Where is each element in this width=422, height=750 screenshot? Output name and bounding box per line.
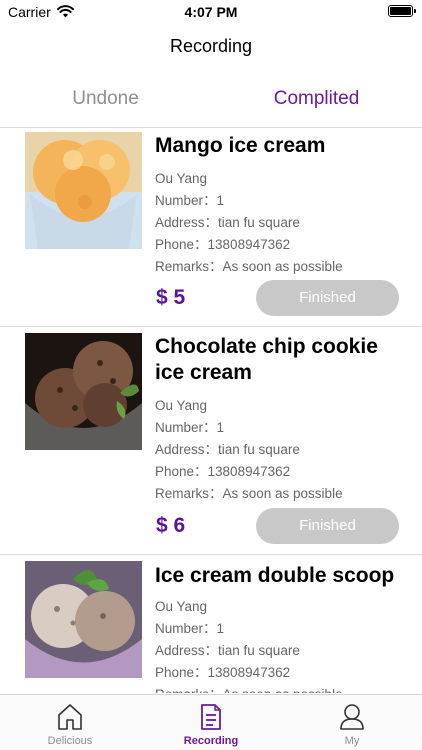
- order-remarks: Remarks：As soon as possible: [155, 684, 343, 693]
- finished-button[interactable]: Finished: [256, 280, 399, 316]
- tab-bar: Delicious Recording My: [0, 694, 422, 750]
- segment-control: Undone Complited: [0, 84, 422, 128]
- order-number: Number：1: [155, 193, 225, 208]
- tab-completed[interactable]: Complited: [211, 88, 422, 110]
- order-phone: Phone：13808947362: [155, 237, 291, 252]
- order-price: $ 6: [156, 514, 186, 537]
- tab-label: Recording: [183, 735, 239, 747]
- document-icon: [201, 704, 221, 730]
- customer-name: Ou Yang: [155, 398, 208, 413]
- order-address: Address：tian fu square: [155, 442, 300, 457]
- order-card[interactable]: Chocolate chip cookie ice cream Ou Yang …: [0, 327, 422, 555]
- tab-label: My: [344, 735, 360, 747]
- order-remarks: Remarks：As soon as possible: [155, 486, 343, 501]
- home-icon: [58, 704, 82, 730]
- double-scoop-ice-cream-photo: [25, 561, 142, 678]
- tab-delicious[interactable]: Delicious: [0, 695, 140, 750]
- order-title: Chocolate chip cookie ice cream: [155, 335, 378, 384]
- order-remarks: Remarks：As soon as possible: [155, 259, 343, 274]
- finished-button[interactable]: Finished: [256, 508, 399, 544]
- tab-my[interactable]: My: [282, 695, 422, 750]
- tab-recording[interactable]: Recording: [141, 695, 281, 750]
- order-address: Address：tian fu square: [155, 643, 300, 658]
- battery-icon: [388, 5, 416, 17]
- order-card[interactable]: Ice cream double scoop Ou Yang Number：1 …: [0, 555, 422, 693]
- tab-label: Delicious: [47, 735, 93, 747]
- customer-name: Ou Yang: [155, 599, 208, 614]
- order-phone: Phone：13808947362: [155, 464, 291, 479]
- person-icon: [340, 704, 364, 730]
- order-price: $ 5: [156, 286, 186, 309]
- customer-name: Ou Yang: [155, 171, 208, 186]
- order-list[interactable]: Mango ice cream Ou Yang Number：1 Address…: [0, 127, 422, 693]
- mango-ice-cream-photo: [25, 132, 142, 249]
- order-title: Mango ice cream: [155, 134, 326, 157]
- tab-undone[interactable]: Undone: [0, 88, 211, 110]
- order-phone: Phone：13808947362: [155, 665, 291, 680]
- order-number: Number：1: [155, 621, 225, 636]
- chocolate-ice-cream-photo: [25, 333, 142, 450]
- status-bar: Carrier 4:07 PM: [0, 0, 422, 24]
- order-number: Number：1: [155, 420, 225, 435]
- page-title: Recording: [169, 36, 253, 56]
- order-card[interactable]: Mango ice cream Ou Yang Number：1 Address…: [0, 127, 422, 327]
- order-title: Ice cream double scoop: [155, 564, 395, 587]
- order-address: Address：tian fu square: [155, 215, 300, 230]
- clock: 4:07 PM: [184, 4, 238, 20]
